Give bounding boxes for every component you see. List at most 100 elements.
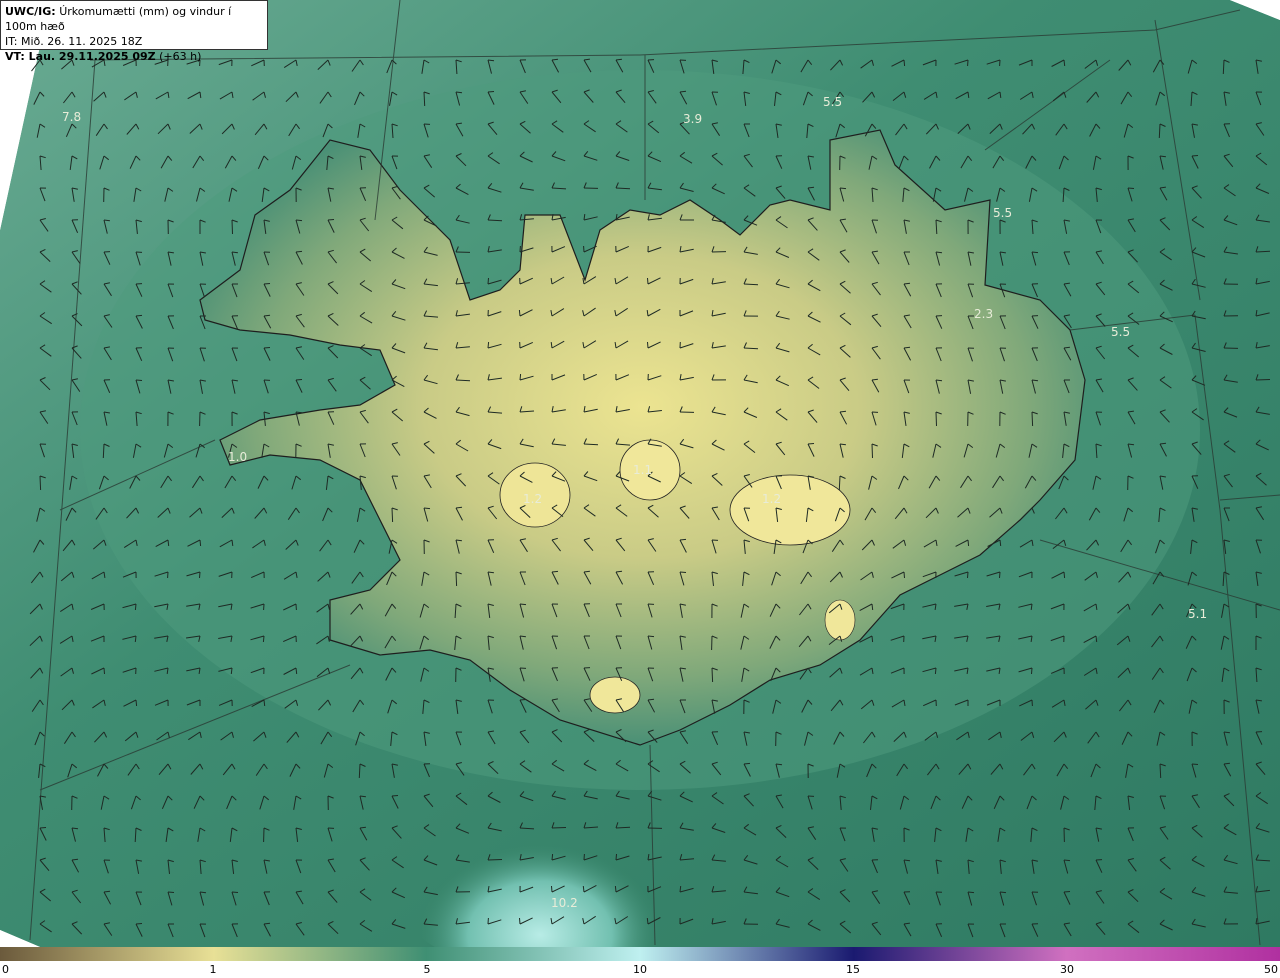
wind-barb	[838, 475, 841, 491]
wind-barb-flag	[1127, 187, 1135, 189]
wind-barb-flag	[230, 667, 233, 675]
map-label: 7.8	[62, 110, 81, 124]
wind-barb-flag	[903, 59, 906, 67]
wind-barb-flag	[71, 827, 79, 830]
wind-barb-flag	[679, 571, 687, 573]
wind-barb-flag	[839, 187, 847, 190]
wind-barb-flag	[263, 347, 271, 349]
wind-barb-flag	[134, 603, 137, 611]
wind-barb-flag	[199, 891, 207, 894]
wind-barb-flag	[934, 667, 937, 675]
lead-time: (+63 h)	[159, 50, 202, 63]
wind-barb	[1222, 59, 1225, 75]
colorbar-ticks: 0 1 5 10 15 30 50	[0, 962, 1280, 978]
wind-barb-flag	[743, 762, 751, 765]
wind-barb-flag	[679, 885, 682, 893]
wind-barb	[615, 826, 631, 829]
map-label: 1.2	[762, 492, 781, 506]
wind-barb-flag	[71, 858, 79, 861]
wind-barb-flag	[487, 341, 490, 349]
wind-barb-flag	[1063, 59, 1066, 67]
wind-barb-flag	[614, 885, 617, 893]
wind-barb	[391, 507, 394, 523]
wind-barb-flag	[519, 603, 527, 606]
wind-barb-flag	[1063, 891, 1071, 893]
wind-barb-flag	[262, 635, 265, 643]
wind-barb-flag	[935, 251, 943, 254]
wind-barb	[423, 91, 426, 107]
map-label: 5.1	[1188, 607, 1207, 621]
wind-barb-flag	[1031, 379, 1039, 382]
wind-barb-flag	[1191, 763, 1199, 765]
colorbar-tick: 50	[1264, 963, 1278, 976]
wind-barb-flag	[167, 891, 175, 893]
colorbar-tick: 10	[633, 963, 647, 976]
wind-barb-flag	[647, 341, 649, 349]
wind-barb-flag	[871, 603, 874, 611]
wind-barb	[551, 827, 567, 829]
wind-barb-flag	[1191, 155, 1199, 157]
wind-barb-flag	[518, 309, 521, 317]
wind-barb	[487, 859, 503, 861]
map-label: 5.5	[823, 95, 842, 109]
wind-barb	[1031, 411, 1034, 427]
map-label: 5.5	[993, 206, 1012, 220]
wind-barb-flag	[1031, 667, 1033, 675]
wind-barb-flag	[679, 538, 687, 541]
wind-barb-flag	[999, 539, 1002, 547]
wind-barb-flag	[455, 91, 463, 94]
wind-barb-flag	[519, 373, 522, 381]
wind-barb-flag	[615, 570, 623, 573]
wind-barb	[615, 187, 631, 190]
wind-barb-flag	[295, 219, 303, 222]
init-time: IT: Mið. 26. 11. 2025 18Z	[5, 35, 143, 48]
wind-barb	[455, 379, 471, 382]
wind-barb-flag	[455, 506, 463, 509]
wind-barb-flag	[487, 277, 489, 285]
wind-barb-flag	[967, 891, 975, 894]
wind-barb-flag	[967, 571, 969, 579]
wind-barb-flag	[295, 667, 298, 675]
wind-barb-flag	[807, 186, 815, 189]
wind-barb-flag	[231, 891, 239, 893]
wind-barb	[1159, 763, 1162, 779]
wind-barb-flag	[967, 539, 970, 547]
wind-barb-flag	[135, 379, 143, 381]
map-label: 5.5	[1111, 325, 1130, 339]
colorbar-tick: 0	[2, 963, 9, 976]
wind-barb-flag	[295, 250, 303, 253]
wind-barb-flag	[263, 699, 266, 707]
wind-barb-flag	[871, 635, 874, 643]
wind-barb-flag	[295, 379, 303, 381]
colorbar-tick: 30	[1060, 963, 1074, 976]
forecast-info-box: UWC/IG: Úrkomumætti (mm) og vindur í 100…	[0, 0, 268, 63]
wind-barb-flag	[903, 859, 911, 862]
wind-barb-flag	[647, 698, 655, 701]
wind-barb-flag	[839, 410, 847, 413]
wind-barb	[743, 283, 759, 286]
wind-barb-flag	[582, 885, 585, 893]
wind-barb	[231, 219, 233, 235]
wind-barb	[39, 475, 42, 491]
valid-time: VT: Lau. 29.11.2025 09Z	[5, 50, 156, 63]
map-label: 2.3	[974, 307, 993, 321]
colorbar-tick: 5	[423, 963, 431, 976]
wind-barb-flag	[487, 91, 495, 93]
wind-barb-flag	[646, 917, 649, 925]
wind-barb	[711, 667, 714, 683]
wind-barb-flag	[519, 917, 521, 925]
wind-barb-flag	[423, 507, 431, 510]
wind-barb	[1255, 379, 1271, 381]
precip-colorbar	[0, 947, 1280, 961]
forecast-map: 7.8 3.9 5.5 5.5 2.3 5.5 1.1 1.2 1.2 5.1 …	[0, 0, 1280, 947]
wind-barb-flag	[1031, 251, 1039, 254]
wind-barb-flag	[551, 58, 559, 61]
wind-barb-flag	[551, 570, 559, 573]
map-label: 1.2	[523, 492, 542, 506]
wind-barb-flag	[487, 59, 495, 62]
wind-barb-flag	[1159, 442, 1167, 445]
map-label: 1.1	[633, 463, 652, 477]
wind-barb-flag	[199, 539, 202, 547]
wind-barb-flag	[551, 885, 553, 893]
wind-barb-flag	[903, 346, 911, 349]
